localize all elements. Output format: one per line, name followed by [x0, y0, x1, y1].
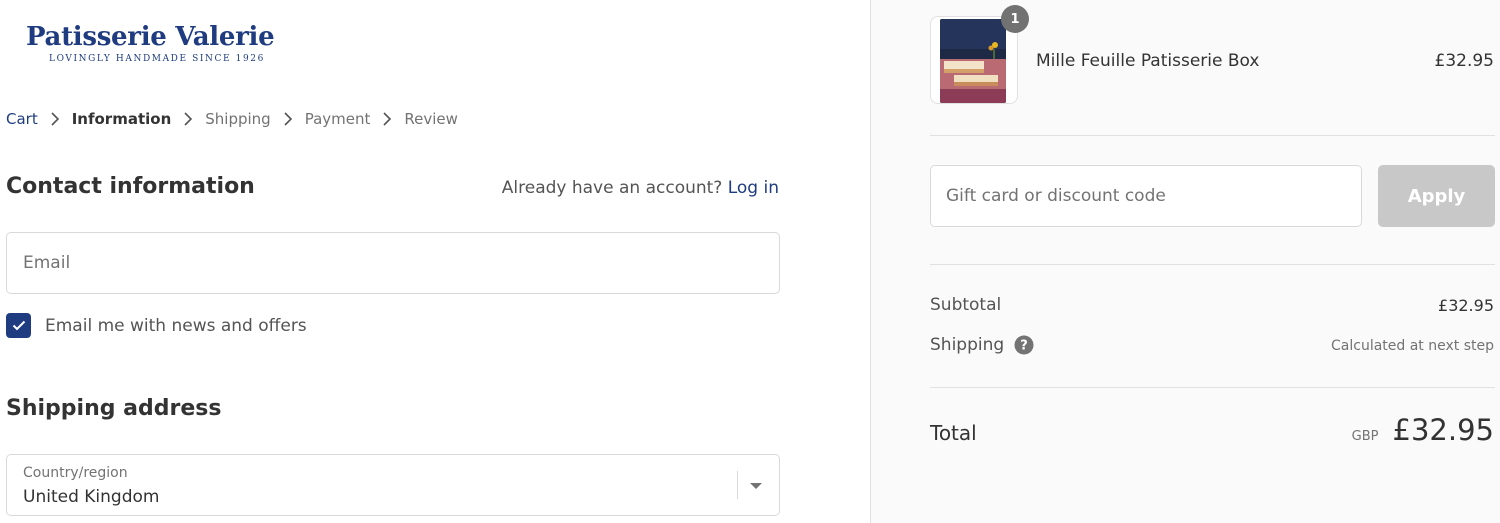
quantity-badge: 1	[1001, 5, 1029, 33]
country-value: United Kingdom	[23, 487, 160, 507]
select-divider	[737, 471, 738, 499]
account-prompt: Already have an account? Log in	[502, 178, 779, 198]
newsletter-checkbox[interactable]	[6, 313, 31, 338]
chevron-right-icon	[277, 112, 299, 126]
brand-logo[interactable]: Patisserie Valerie LOVINGLY HANDMADE SIN…	[26, 22, 286, 64]
newsletter-label: Email me with news and offers	[45, 315, 307, 336]
svg-text:?: ?	[1020, 339, 1028, 354]
checkmark-icon	[12, 320, 25, 331]
product-name: Mille Feuille Patisserie Box	[1036, 51, 1260, 71]
order-summary: 1 Mille Feuille Patisserie Box £32.95 Ap…	[870, 0, 1500, 523]
total-value-group: GBP £32.95	[1352, 413, 1494, 447]
brand-tagline: LOVINGLY HANDMADE SINCE 1926	[49, 54, 265, 64]
discount-code-field[interactable]	[930, 165, 1362, 227]
question-mark-icon[interactable]: ?	[1014, 335, 1034, 355]
total-label: Total	[930, 421, 977, 445]
breadcrumb-shipping: Shipping	[205, 110, 271, 128]
breadcrumb-cart[interactable]: Cart	[6, 110, 38, 128]
product-price: £32.95	[1434, 51, 1494, 71]
breadcrumb-review: Review	[404, 110, 458, 128]
newsletter-option[interactable]: Email me with news and offers	[6, 313, 307, 338]
login-link[interactable]: Log in	[728, 178, 779, 198]
checkout-main: Patisserie Valerie LOVINGLY HANDMADE SIN…	[0, 0, 870, 523]
subtotal-value: £32.95	[1438, 296, 1494, 315]
shipping-address-title: Shipping address	[6, 396, 222, 421]
chevron-right-icon	[44, 112, 66, 126]
discount-code-input[interactable]	[931, 166, 1361, 226]
shipping-value: Calculated at next step	[1331, 338, 1494, 354]
email-input[interactable]	[7, 233, 779, 293]
chevron-right-icon	[376, 112, 398, 126]
country-select[interactable]: Country/region United Kingdom	[6, 454, 780, 516]
contact-information-title: Contact information	[6, 174, 255, 199]
shipping-label: Shipping	[930, 335, 1005, 355]
breadcrumb-information: Information	[71, 110, 172, 128]
total-amount: £32.95	[1392, 413, 1494, 447]
breadcrumb-payment: Payment	[304, 110, 371, 128]
chevron-down-icon	[750, 483, 762, 489]
currency-code: GBP	[1351, 429, 1379, 444]
shipping-line: Shipping ?	[930, 335, 1034, 355]
chevron-right-icon	[177, 112, 199, 126]
breadcrumb: Cart Information Shipping Payment Review	[6, 110, 458, 128]
product-photo	[940, 19, 1006, 103]
product-thumbnail: 1	[930, 5, 1029, 104]
apply-button[interactable]: Apply	[1378, 165, 1495, 227]
subtotal-label: Subtotal	[930, 295, 1002, 315]
divider	[930, 264, 1495, 265]
brand-name: Patisserie Valerie	[26, 22, 275, 52]
email-field[interactable]	[6, 232, 780, 294]
country-label: Country/region	[23, 465, 128, 481]
divider	[930, 387, 1495, 388]
account-prompt-text: Already have an account?	[501, 178, 723, 198]
divider	[930, 135, 1495, 136]
